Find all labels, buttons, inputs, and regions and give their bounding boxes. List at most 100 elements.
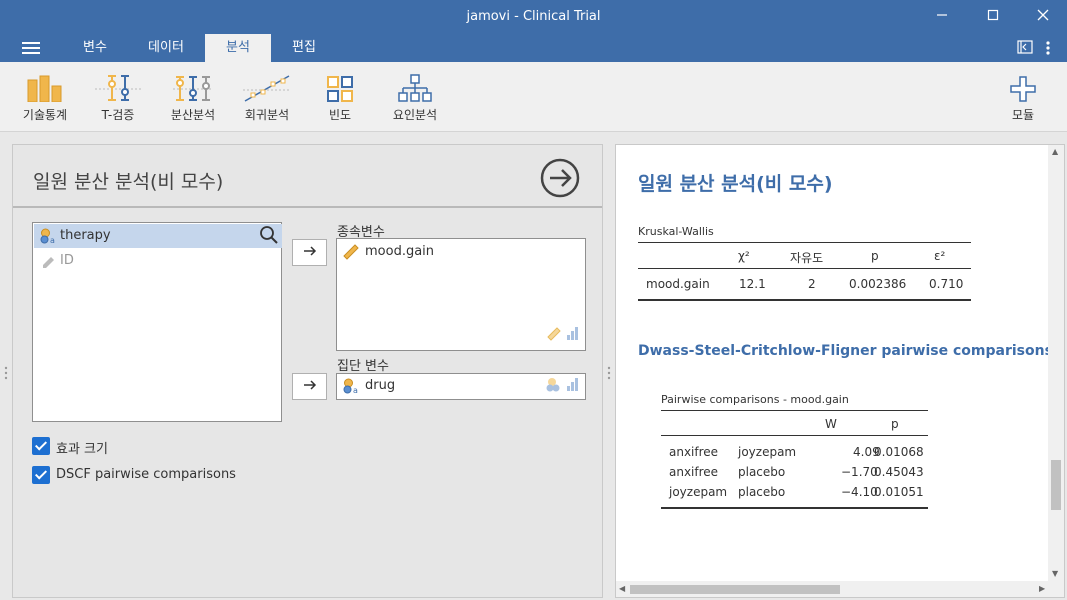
- row-p: 0.002386: [849, 277, 907, 291]
- scroll-right-icon[interactable]: ▶: [1039, 584, 1045, 593]
- tab-variables[interactable]: 변수: [64, 34, 126, 62]
- scroll-left-icon[interactable]: ◀: [619, 584, 625, 593]
- row-group-b: joyzepam: [738, 445, 797, 459]
- svg-text:a: a: [353, 386, 358, 394]
- row-df: 2: [808, 277, 816, 291]
- move-to-dependent-button[interactable]: [292, 239, 327, 266]
- list-item-therapy[interactable]: a therapy: [34, 224, 282, 248]
- ribbon-label: 분산분석: [170, 108, 216, 122]
- ribbon-frequencies-button[interactable]: 빈도: [320, 70, 360, 123]
- variable-name: therapy: [60, 228, 111, 243]
- ribbon-regression-button[interactable]: 회귀분석: [238, 70, 296, 123]
- grouping-variable-box[interactable]: a drug: [336, 373, 586, 400]
- kruskal-wallis-table: Kruskal-Wallis χ² 자유도 p ε² mood.gain 12.…: [638, 225, 971, 303]
- header-p: p: [891, 417, 899, 431]
- row-eps: 0.710: [929, 277, 964, 291]
- row-chi: 12.1: [739, 277, 766, 291]
- hamburger-menu-icon[interactable]: [22, 42, 40, 54]
- header-df: 자유도: [790, 251, 824, 265]
- close-icon: [1037, 9, 1049, 21]
- close-options-button[interactable]: [540, 158, 580, 198]
- checkbox-checked-icon: [32, 437, 50, 455]
- title-bar: jamovi - Clinical Trial: [0, 0, 1067, 34]
- arrow-right-circle-icon: [540, 158, 580, 198]
- window-title: jamovi - Clinical Trial: [466, 9, 601, 24]
- menu-bar: 변수 데이터 분석 편집: [0, 34, 1067, 62]
- grouping-variable-label: 집단 변수: [337, 359, 389, 374]
- ribbon-label: 빈도: [328, 108, 352, 122]
- dependent-variable-box[interactable]: mood.gain: [336, 238, 586, 351]
- row-name: mood.gain: [646, 277, 710, 291]
- tab-edit[interactable]: 편집: [276, 34, 332, 62]
- table-caption: Pairwise comparisons - mood.gain: [661, 393, 849, 406]
- scrollbar-thumb[interactable]: [630, 585, 840, 594]
- more-options-icon[interactable]: [1045, 40, 1051, 60]
- header-w: W: [825, 417, 837, 431]
- frequencies-icon: [327, 76, 353, 102]
- divider: [13, 206, 602, 208]
- results-panel: 일원 분산 분석(비 모수) Kruskal-Wallis χ² 자유도 p ε…: [615, 144, 1065, 598]
- close-button[interactable]: [1031, 6, 1055, 28]
- ribbon-descriptives-button[interactable]: 기술통계: [16, 70, 74, 123]
- variable-list[interactable]: a therapy ID: [32, 222, 282, 422]
- scroll-up-icon[interactable]: ▲: [1052, 147, 1058, 156]
- arrow-right-icon: [303, 246, 316, 256]
- dscf-heading: Dwass-Steel-Critchlow-Fligner pairwise c…: [638, 343, 1053, 359]
- tab-analyses[interactable]: 분석: [205, 34, 271, 62]
- regression-icon: [243, 75, 291, 102]
- row-group-a: anxifree: [669, 445, 719, 459]
- ribbon-label: 기술통계: [22, 108, 68, 122]
- continuous-variable-icon: [343, 244, 359, 265]
- ribbon-modules-button[interactable]: 모듈: [1005, 70, 1041, 123]
- search-icon: [260, 226, 278, 244]
- ribbon-toolbar: 기술통계 T-검증 분산분석 회귀분석 빈도 요인분석 모듈: [0, 62, 1067, 132]
- minimize-button[interactable]: [930, 6, 954, 28]
- row-group-b: placebo: [738, 485, 786, 499]
- ribbon-anova-button[interactable]: 분산분석: [164, 70, 222, 123]
- scroll-down-icon[interactable]: ▼: [1052, 569, 1058, 578]
- plus-icon: [1010, 76, 1036, 102]
- row-p: 0.01051: [874, 485, 924, 499]
- checkbox-checked-icon: [32, 466, 50, 484]
- descriptives-icon: [27, 75, 62, 102]
- ribbon-ttest-button[interactable]: T-검증: [92, 70, 144, 123]
- results-title: 일원 분산 분석(비 모수): [638, 173, 833, 195]
- tab-data[interactable]: 데이터: [134, 34, 198, 62]
- anova-icon: [173, 76, 213, 101]
- scrollbar-thumb[interactable]: [1051, 460, 1061, 510]
- header-p: p: [871, 249, 879, 263]
- toggle-results-icon[interactable]: [1017, 40, 1033, 58]
- analysis-title: 일원 분산 분석(비 모수): [33, 171, 224, 193]
- move-to-grouping-button[interactable]: [292, 373, 327, 400]
- ribbon-factor-button[interactable]: 요인분석: [386, 70, 444, 123]
- row-p: 0.45043: [874, 465, 924, 479]
- results-horizontal-scrollbar[interactable]: ◀ ▶: [616, 581, 1064, 597]
- grouping-variable-item[interactable]: a drug: [343, 378, 395, 395]
- row-w: −4.10: [841, 485, 878, 499]
- dependent-variable-item[interactable]: mood.gain: [343, 244, 434, 260]
- variable-name: ID: [60, 253, 74, 268]
- minimize-icon: [937, 14, 947, 16]
- factor-icon: [398, 74, 432, 102]
- row-w: −1.70: [841, 465, 878, 479]
- allowed-types-icon: [546, 325, 580, 345]
- left-splitter-handle[interactable]: [4, 366, 8, 380]
- table-caption: Kruskal-Wallis: [638, 225, 714, 238]
- ttest-icon: [95, 75, 141, 101]
- id-variable-icon: [40, 253, 56, 278]
- ribbon-label: T-검증: [101, 108, 135, 122]
- list-item-id[interactable]: ID: [34, 249, 282, 273]
- svg-text:a: a: [50, 236, 55, 244]
- search-button[interactable]: [258, 224, 280, 246]
- row-group-a: anxifree: [669, 465, 719, 479]
- maximize-button[interactable]: [981, 6, 1005, 28]
- maximize-icon: [987, 9, 999, 21]
- nominal-variable-icon: a: [343, 378, 359, 399]
- middle-splitter-handle[interactable]: [607, 366, 611, 380]
- header-eps: ε²: [934, 249, 946, 263]
- allowed-types-icon: [546, 376, 580, 396]
- results-vertical-scrollbar[interactable]: ▲ ▼: [1048, 145, 1064, 581]
- ribbon-label: 요인분석: [392, 108, 438, 122]
- row-group-b: placebo: [738, 465, 786, 479]
- ribbon-label: 모듈: [1011, 108, 1035, 122]
